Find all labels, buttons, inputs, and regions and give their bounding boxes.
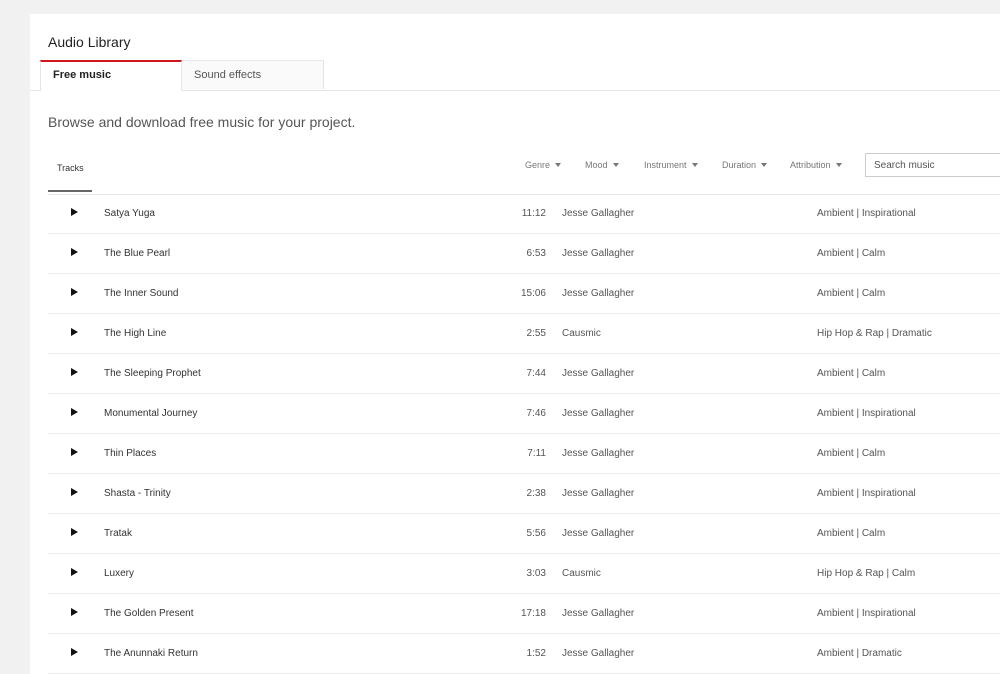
attribution-filter-label: Attribution [790,160,831,170]
track-title: The Blue Pearl [104,248,171,259]
track-row[interactable]: Thin Places 7:11 Jesse Gallagher Ambient | … [48,434,1000,474]
track-genre-mood: Ambient | Calm [817,448,886,459]
track-row[interactable]: The Golden Present 17:18 Jesse Gallagher Am… [48,594,1000,634]
track-title: The Anunnaki Return [104,648,198,659]
track-row[interactable]: Monumental Journey 7:46 Jesse Gallagher Amb… [48,394,1000,434]
track-row[interactable]: The High Line 2:55 Causmic Hip Hop & Rap | … [48,314,1000,354]
play-icon[interactable] [71,568,78,576]
track-title: Shasta - Trinity [104,488,171,499]
genre-filter-label: Genre [525,160,551,170]
track-duration: 6:53 [526,248,546,259]
track-genre-mood: Hip Hop & Rap | Calm [817,568,916,579]
track-title: The Golden Present [104,608,194,619]
track-genre-mood: Ambient | Dramatic [817,648,902,659]
chevron-down-icon [761,163,768,167]
track-duration: 3:03 [526,568,546,579]
track-list: Satya Yuga 11:12 Jesse Gallagher Ambient | … [48,194,1000,674]
track-genre-mood: Hip Hop & Rap | Dramatic [817,328,932,339]
page-subtitle: Browse and download free music for your … [48,114,356,130]
tab-sound-effects[interactable]: Sound effects [182,60,324,89]
track-genre-mood: Ambient | Inspirational [817,208,916,219]
track-genre-mood: Ambient | Inspirational [817,488,916,499]
play-icon[interactable] [71,488,78,496]
track-title: Monumental Journey [104,408,198,419]
play-icon[interactable] [71,328,78,336]
track-artist: Jesse Gallagher [562,368,635,379]
tab-free-music[interactable]: Free music [40,60,182,91]
track-genre-mood: Ambient | Calm [817,368,886,379]
track-artist: Jesse Gallagher [562,208,635,219]
search-input[interactable] [865,153,1000,177]
duration-filter[interactable]: Duration [722,160,768,170]
track-row[interactable]: The Inner Sound 15:06 Jesse Gallagher Ambie… [48,274,1000,314]
track-title: Luxery [104,568,135,579]
track-artist: Jesse Gallagher [562,608,635,619]
play-icon[interactable] [71,528,78,536]
track-duration: 7:44 [526,368,546,379]
tracks-tab-label: Tracks [57,163,84,173]
track-artist: Jesse Gallagher [562,648,635,659]
track-title: Satya Yuga [104,208,155,219]
mood-filter-label: Mood [585,160,608,170]
track-duration: 2:38 [526,488,546,499]
track-row[interactable]: The Blue Pearl 6:53 Jesse Gallagher Ambient… [48,234,1000,274]
page-title: Audio Library [48,34,131,50]
audio-library-panel: Audio Library Free music Sound effects B… [30,14,1000,674]
play-icon[interactable] [71,208,78,216]
chevron-down-icon [691,163,698,167]
track-duration: 5:56 [526,528,546,539]
track-artist: Causmic [562,568,601,579]
instrument-filter[interactable]: Instrument [644,160,698,170]
play-icon[interactable] [71,248,78,256]
track-row[interactable]: Shasta - Trinity 2:38 Jesse Gallagher Ambie… [48,474,1000,514]
track-duration: 15:06 [520,288,546,299]
track-duration: 7:46 [526,408,546,419]
track-artist: Jesse Gallagher [562,488,635,499]
track-row[interactable]: The Sleeping Prophet 7:44 Jesse Gallagher A… [48,354,1000,394]
chevron-down-icon [835,163,842,167]
track-duration: 17:18 [520,608,546,619]
track-genre-mood: Ambient | Inspirational [817,608,916,619]
track-genre-mood: Ambient | Calm [817,288,886,299]
tab-bar: Free music Sound effects [30,60,1000,91]
track-genre-mood: Ambient | Calm [817,248,886,259]
play-icon[interactable] [71,288,78,296]
track-duration: 2:55 [526,328,546,339]
track-title: Tratak [104,528,132,539]
track-title: The Inner Sound [104,288,179,299]
play-icon[interactable] [71,608,78,616]
genre-filter[interactable]: Genre [525,160,562,170]
track-title: The High Line [104,328,167,339]
track-artist: Jesse Gallagher [562,448,635,459]
duration-filter-label: Duration [722,160,757,170]
track-row[interactable]: Satya Yuga 11:12 Jesse Gallagher Ambient | … [48,194,1000,234]
mood-filter[interactable]: Mood [585,160,619,170]
track-row[interactable]: Luxery 3:03 Causmic Hip Hop & Rap | Calm [48,554,1000,594]
track-artist: Jesse Gallagher [562,248,635,259]
track-duration: 7:11 [527,448,546,459]
attribution-filter[interactable]: Attribution [790,160,842,170]
track-genre-mood: Ambient | Inspirational [817,408,916,419]
track-artist: Jesse Gallagher [562,528,635,539]
tracks-tab[interactable]: Tracks [48,164,92,192]
play-icon[interactable] [71,448,78,456]
play-icon[interactable] [71,408,78,416]
track-duration: 1:52 [526,648,546,659]
filter-bar: Tracks Genre Mood Instrument Duration At… [48,153,1000,195]
track-duration: 11:12 [521,208,546,219]
track-title: Thin Places [104,448,157,459]
track-title: The Sleeping Prophet [104,368,201,379]
play-icon[interactable] [71,648,78,656]
chevron-down-icon [555,163,562,167]
track-artist: Jesse Gallagher [562,288,635,299]
play-icon[interactable] [71,368,78,376]
track-row[interactable]: The Anunnaki Return 1:52 Jesse Gallagher Am… [48,634,1000,674]
track-artist: Jesse Gallagher [562,408,635,419]
track-genre-mood: Ambient | Calm [817,528,886,539]
track-artist: Causmic [562,328,601,339]
track-row[interactable]: Tratak 5:56 Jesse Gallagher Ambient | Calm [48,514,1000,554]
chevron-down-icon [612,163,619,167]
instrument-filter-label: Instrument [644,160,687,170]
